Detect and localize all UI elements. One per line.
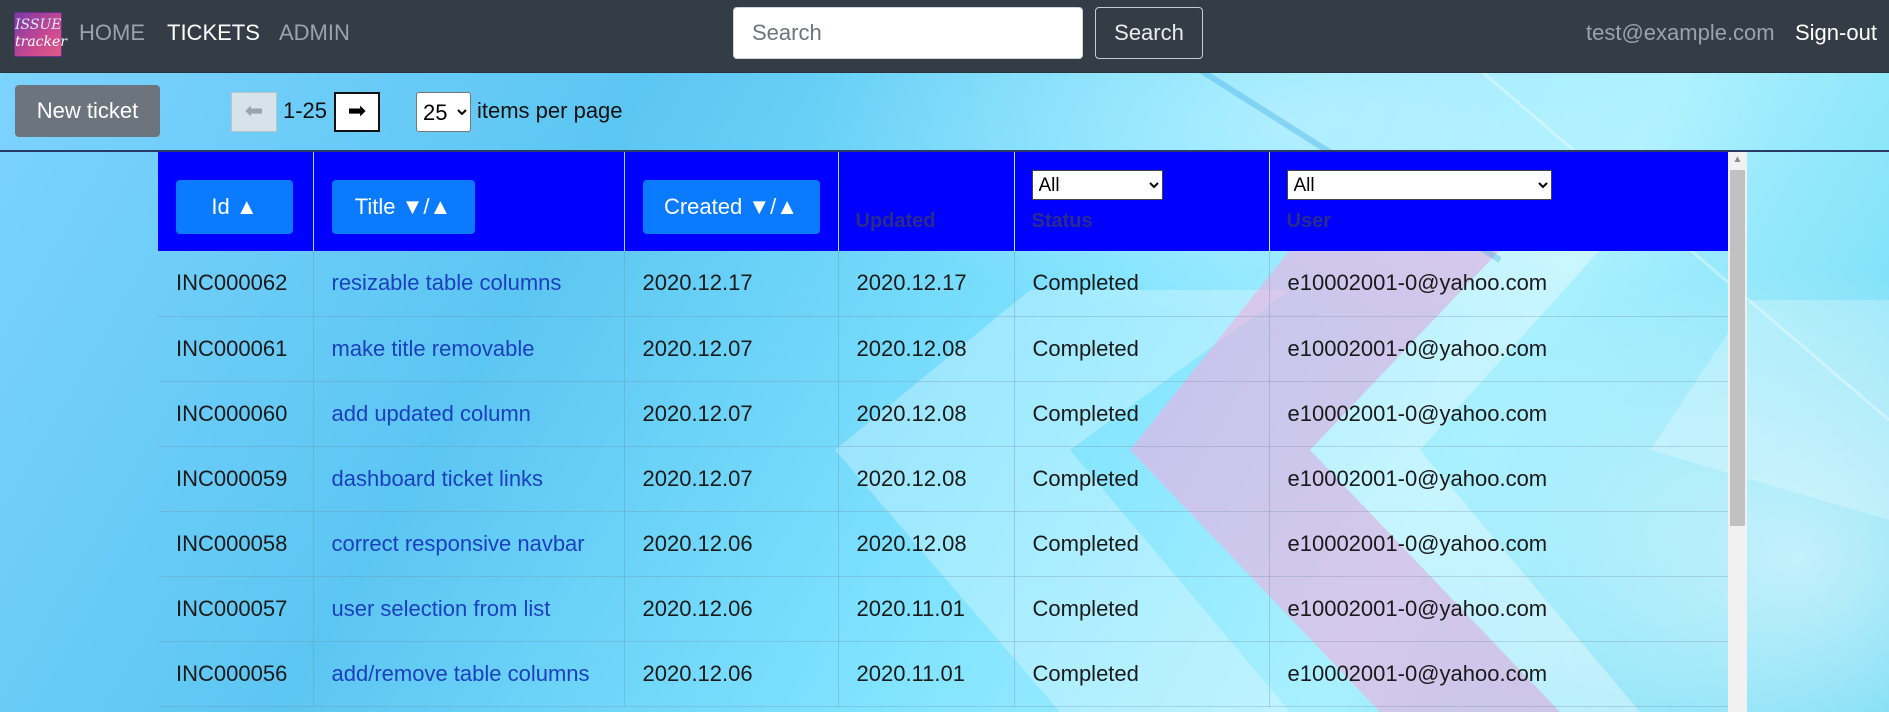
created-date: 2020.12.07 [624,316,839,382]
ticket-title-link[interactable]: add/remove table columns [332,661,590,686]
items-per-page-select[interactable]: 25 [416,92,471,132]
column-title: Title ▼/▲ [313,152,625,251]
user-filter-select[interactable]: All [1286,170,1552,200]
nav-tickets-link[interactable]: TICKETS [167,20,260,46]
table-row[interactable]: INC000059 dashboard ticket links 2020.12… [158,446,1728,512]
arrow-right-icon: ➡ [347,98,367,123]
ticket-title-link[interactable]: correct responsive navbar [332,531,585,556]
ticket-title-link[interactable]: dashboard ticket links [332,466,544,491]
updated-header-label: Updated [855,210,936,232]
table-row[interactable]: INC000061 make title removable 2020.12.0… [158,316,1728,382]
sort-id-button[interactable]: Id ▲ [176,180,293,234]
updated-date: 2020.12.17 [838,251,1015,317]
created-date: 2020.12.07 [624,381,839,447]
column-status: All Status [1014,152,1270,251]
sort-created-button[interactable]: Created ▼/▲ [642,180,820,234]
tickets-table-container: Id ▲ Title ▼/▲ Created ▼/▲ Updated All S… [158,152,1728,712]
scrollbar-thumb[interactable] [1730,170,1745,526]
ticket-status: Completed [1014,511,1270,577]
user-header-label: User [1286,210,1331,232]
updated-date: 2020.11.01 [838,576,1015,642]
logo-line2: tracker [15,34,67,50]
status-filter-select[interactable]: All [1031,170,1163,200]
ticket-id: INC000057 [158,576,314,642]
ticket-title-link[interactable]: make title removable [332,336,535,361]
ticket-id: INC000059 [158,446,314,512]
column-user: All User [1269,152,1728,251]
updated-date: 2020.11.01 [838,641,1015,707]
ticket-title-link[interactable]: add updated column [332,401,531,426]
ticket-id: INC000061 [158,316,314,382]
sign-out-link[interactable]: Sign-out [1795,20,1877,46]
logo-line1: ISSUE [15,17,62,33]
table-row[interactable]: INC000058 correct responsive navbar 2020… [158,511,1728,577]
sort-title-button[interactable]: Title ▼/▲ [331,180,475,234]
ticket-user: e10002001-0@yahoo.com [1269,381,1728,447]
updated-date: 2020.12.08 [838,316,1015,382]
ticket-user: e10002001-0@yahoo.com [1269,446,1728,512]
ticket-id: INC000062 [158,251,314,317]
created-date: 2020.12.17 [624,251,839,317]
new-ticket-button[interactable]: New ticket [15,85,160,137]
ticket-status: Completed [1014,446,1270,512]
issue-tracker-logo[interactable]: ISSUE tracker [14,12,67,57]
user-email: test@example.com [1586,20,1775,45]
previous-page-button[interactable]: ⬅ [231,92,277,132]
ticket-user: e10002001-0@yahoo.com [1269,576,1728,642]
created-date: 2020.12.06 [624,576,839,642]
top-navbar: ISSUE tracker HOME TICKETS ADMIN Search … [0,0,1889,73]
table-scrollbar[interactable]: ▲ [1728,152,1747,712]
updated-date: 2020.12.08 [838,446,1015,512]
ticket-user: e10002001-0@yahoo.com [1269,251,1728,317]
page-range: 1-25 [283,98,328,123]
ticket-title-link[interactable]: user selection from list [332,596,551,621]
ticket-user: e10002001-0@yahoo.com [1269,641,1728,707]
items-per-page-label: items per page [477,98,623,123]
ticket-id: INC000056 [158,641,314,707]
ticket-id: INC000058 [158,511,314,577]
created-date: 2020.12.07 [624,446,839,512]
table-row[interactable]: INC000062 resizable table columns 2020.1… [158,251,1728,317]
search-button[interactable]: Search [1095,7,1203,59]
table-row[interactable]: INC000057 user selection from list 2020.… [158,576,1728,642]
ticket-status: Completed [1014,381,1270,447]
arrow-left-icon: ⬅ [244,98,264,123]
nav-home-link[interactable]: HOME [79,20,145,46]
ticket-status: Completed [1014,316,1270,382]
created-date: 2020.12.06 [624,511,839,577]
column-created: Created ▼/▲ [624,152,839,251]
ticket-status: Completed [1014,576,1270,642]
ticket-status: Completed [1014,251,1270,317]
tickets-table: Id ▲ Title ▼/▲ Created ▼/▲ Updated All S… [158,152,1728,707]
search-input[interactable] [733,7,1083,59]
nav-admin-link[interactable]: ADMIN [279,20,350,46]
ticket-user: e10002001-0@yahoo.com [1269,511,1728,577]
ticket-user: e10002001-0@yahoo.com [1269,316,1728,382]
updated-date: 2020.12.08 [838,511,1015,577]
next-page-button[interactable]: ➡ [334,92,380,132]
ticket-id: INC000060 [158,381,314,447]
ticket-title-link[interactable]: resizable table columns [332,270,562,295]
column-id: Id ▲ [158,152,314,251]
table-row[interactable]: INC000060 add updated column 2020.12.07 … [158,381,1728,447]
status-header-label: Status [1031,210,1093,232]
created-date: 2020.12.06 [624,641,839,707]
ticket-status: Completed [1014,641,1270,707]
table-header-row: Id ▲ Title ▼/▲ Created ▼/▲ Updated All S… [158,152,1728,251]
column-updated: Updated [838,152,1015,251]
updated-date: 2020.12.08 [838,381,1015,447]
table-row[interactable]: INC000056 add/remove table columns 2020.… [158,641,1728,707]
scroll-up-arrow-icon[interactable]: ▲ [1728,154,1747,166]
